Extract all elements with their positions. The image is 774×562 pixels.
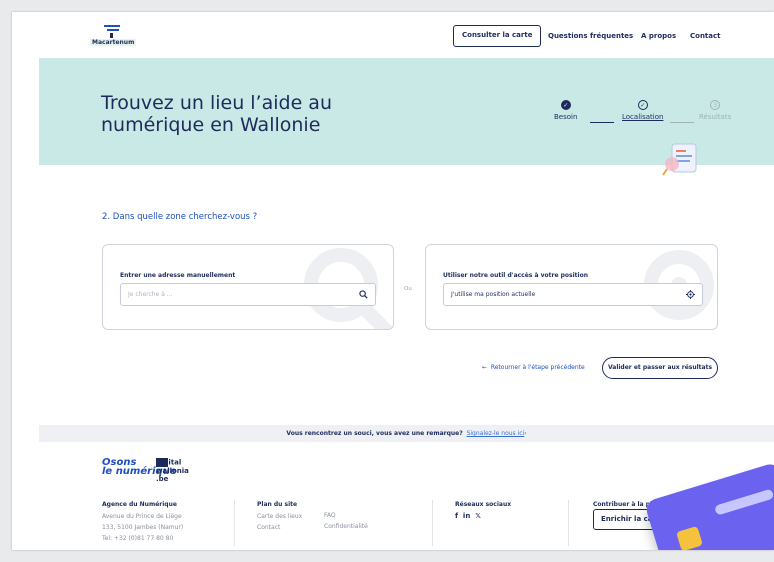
top-navigation: Macartenum Consulter la carte Questions …	[12, 12, 774, 58]
crosshair-icon[interactable]	[686, 290, 695, 299]
back-link[interactable]: ← Retourner à l'étape précédente	[482, 364, 585, 371]
footer-link[interactable]: Contact	[257, 522, 302, 533]
address-search-input[interactable]: Je cherche à ...	[120, 283, 376, 306]
zone-question: 2. Dans quelle zone cherchez-vous ?	[102, 212, 258, 222]
footer-heading: Réseaux sociaux	[455, 501, 512, 508]
footer-sitemap-col2: FAQ Confidentialité	[324, 510, 368, 532]
footer-link[interactable]: Carte des lieux	[257, 511, 302, 522]
manual-address-label: Entrer une adresse manuellement	[120, 272, 236, 279]
page-title: Trouvez un lieu l’aide au numérique en W…	[101, 92, 332, 136]
arrow-left-icon: ←	[482, 364, 491, 371]
facebook-icon[interactable]: f	[455, 512, 458, 520]
footer-heading: Plan du site	[257, 501, 298, 508]
phone-line: Tel: +32 (0)81 77 80 80	[102, 535, 174, 542]
footer-sitemap: Plan du site Carte des lieux Contact	[257, 499, 302, 533]
step-label: Résultats	[699, 113, 732, 121]
footer-link[interactable]: Confidentialité	[324, 521, 368, 532]
or-separator: Ou	[404, 286, 412, 292]
back-link-text: Retourner à l'étape précédente	[490, 364, 585, 371]
card-stripe	[714, 488, 774, 516]
step-label: Besoin	[554, 113, 578, 121]
step-connector	[670, 122, 694, 123]
footer-social: Réseaux sociaux f in 𝕏	[455, 499, 511, 522]
address-line: Avenue du Prince de Liège	[102, 513, 182, 520]
step-number: 3	[710, 100, 721, 110]
document-magnifier-illustration	[662, 143, 697, 176]
manual-address-card: Entrer une adresse manuellement Je cherc…	[102, 244, 394, 330]
validate-button[interactable]: Valider et passer aux résultats	[602, 357, 718, 379]
nav-contact[interactable]: Contact	[690, 32, 721, 40]
step-localisation: ✓ Localisation	[622, 100, 663, 121]
site-logo[interactable]: Macartenum	[90, 22, 154, 50]
chevron-right-icon: ›	[524, 430, 527, 437]
search-icon[interactable]	[359, 290, 368, 299]
logo-line: digital	[156, 458, 189, 467]
check-icon: ✓	[560, 100, 571, 110]
footer-heading: Agence du Numérique	[102, 501, 177, 508]
x-twitter-icon[interactable]: 𝕏	[475, 512, 481, 520]
page: Macartenum Consulter la carte Questions …	[12, 12, 774, 550]
report-link[interactable]: Signalez-le nous ici	[467, 430, 525, 437]
digital-wallonia-logo[interactable]: digital wallonia .be	[156, 458, 189, 483]
footer-agency: Agence du Numérique Avenue du Prince de …	[102, 499, 183, 544]
linkedin-icon[interactable]: in	[463, 512, 470, 520]
footer-link[interactable]: FAQ	[324, 510, 368, 521]
feedback-bar: Vous rencontrez un souci, vous avez une …	[39, 425, 774, 442]
check-outline-icon: ✓	[637, 100, 648, 110]
step-label: Localisation	[622, 113, 664, 121]
geolocation-card: Utiliser notre outil d'accès à votre pos…	[425, 244, 718, 330]
footer-divider	[234, 500, 235, 546]
nav-about[interactable]: A propos	[641, 32, 676, 40]
footer-divider	[432, 500, 433, 546]
logo-wordmark: Macartenum	[90, 39, 137, 46]
consult-map-button[interactable]: Consulter la carte	[453, 25, 542, 47]
geolocation-label: Utiliser notre outil d'accès à votre pos…	[443, 272, 588, 279]
step-connector	[590, 122, 614, 123]
nav-faq[interactable]: Questions fréquentes	[548, 32, 633, 40]
logo-line: .be	[156, 475, 169, 483]
logo-mark-icon	[104, 25, 120, 38]
card-chip	[676, 525, 703, 550]
feedback-text: Vous rencontrez un souci, vous avez une …	[286, 430, 463, 437]
footer-divider	[568, 500, 569, 546]
use-position-text: J'utilise ma position actuelle	[451, 291, 536, 298]
logo-line: wallonia	[156, 467, 189, 475]
step-besoin: ✓ Besoin	[554, 100, 577, 121]
address-placeholder: Je cherche à ...	[128, 291, 173, 298]
address-line: 133, 5100 Jambes (Namur)	[102, 524, 184, 531]
credit-card-illustration	[643, 461, 774, 550]
use-position-field[interactable]: J'utilise ma position actuelle	[443, 283, 703, 306]
logo-line-text: digital	[156, 458, 182, 467]
step-resultats: 3 Résultats	[699, 100, 731, 121]
